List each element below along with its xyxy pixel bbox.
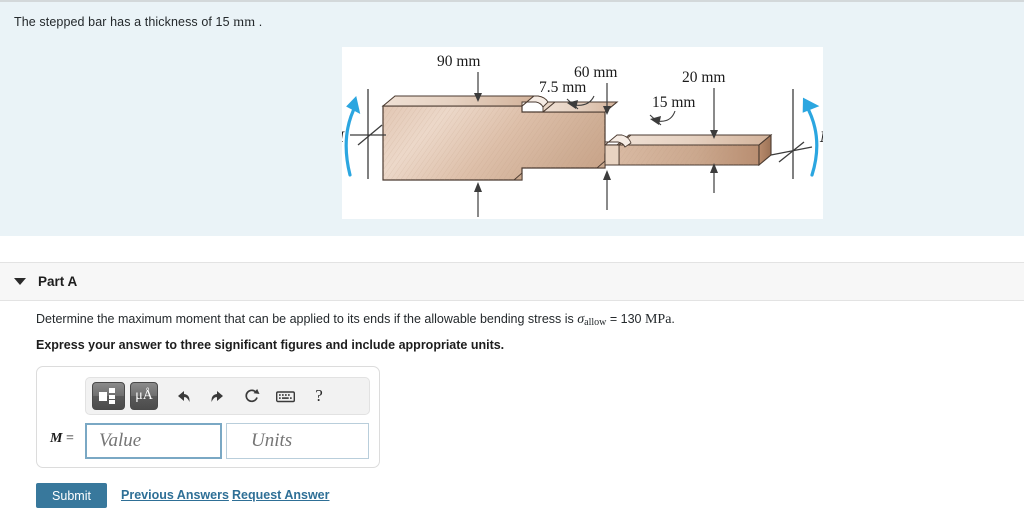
instruction-text: Express your answer to three significant… (36, 338, 505, 352)
answer-equals-sign: = (65, 431, 74, 446)
question-text: Determine the maximum moment that can be… (36, 312, 675, 328)
previous-answers-link[interactable]: Previous Answers (121, 488, 229, 502)
undo-icon[interactable] (168, 382, 198, 410)
dimension-20mm: 20 mm (682, 69, 726, 193)
template-matrix-icon (98, 388, 115, 404)
problem-statement-text: The stepped bar has a thickness of 15 mm… (14, 15, 262, 31)
keyboard-icon[interactable] (270, 382, 300, 410)
stepped-bar-diagram: M M 90 mm 7.5 mm (342, 53, 823, 217)
undo-arrow-glyph (177, 390, 190, 402)
question-unit: MPa (644, 312, 672, 327)
reset-circular-arrow-glyph (244, 389, 259, 403)
math-toolbar: μÅ ? (85, 377, 370, 415)
problem-statement-pre: The stepped bar has a thickness of 15 (14, 15, 230, 29)
problem-statement-unit: mm (233, 15, 256, 30)
redo-arrow-glyph (210, 390, 223, 402)
moment-label-right: M (819, 129, 823, 146)
template-matrix-button[interactable] (92, 382, 125, 410)
answer-input-panel: μÅ ? M = Value Units (36, 366, 380, 468)
problem-statement-post: . (258, 15, 263, 29)
figure-container: M M 90 mm 7.5 mm (342, 47, 823, 219)
answer-variable-label: M = (50, 431, 74, 447)
part-a-header[interactable]: Part A (0, 262, 1024, 301)
moment-label-left: M (342, 129, 345, 146)
redo-icon[interactable] (202, 382, 232, 410)
request-answer-link[interactable]: Request Answer (232, 488, 329, 502)
help-icon[interactable]: ? (304, 382, 334, 410)
submit-button[interactable]: Submit (36, 483, 107, 508)
value-input[interactable] (85, 423, 222, 459)
dimension-60mm-label: 60 mm (574, 64, 618, 81)
moment-left-group: M (342, 89, 386, 179)
units-mu-angstrom-label: μÅ (135, 388, 153, 403)
chevron-down-icon[interactable] (14, 278, 26, 285)
dimension-90mm-label: 90 mm (437, 53, 481, 70)
problem-statement-panel: The stepped bar has a thickness of 15 mm… (0, 0, 1024, 236)
question-text-post: . (671, 312, 675, 326)
units-mu-angstrom-button[interactable]: μÅ (130, 382, 158, 410)
sigma-subscript: allow (584, 317, 607, 328)
keyboard-glyph (275, 390, 295, 402)
units-input[interactable] (226, 423, 369, 459)
answer-variable-name: M (50, 431, 63, 446)
dimension-20mm-label: 20 mm (682, 69, 726, 86)
dimension-7_5mm-label: 7.5 mm (539, 79, 586, 96)
question-text-pre: Determine the maximum moment that can be… (36, 312, 578, 326)
dimension-15mm: 15 mm (649, 94, 696, 126)
reset-icon[interactable] (236, 382, 266, 410)
part-a-title: Part A (38, 274, 78, 289)
question-equals-value: = 130 (606, 312, 645, 326)
dimension-15mm-label: 15 mm (652, 94, 696, 111)
moment-right-group: M (770, 89, 823, 179)
